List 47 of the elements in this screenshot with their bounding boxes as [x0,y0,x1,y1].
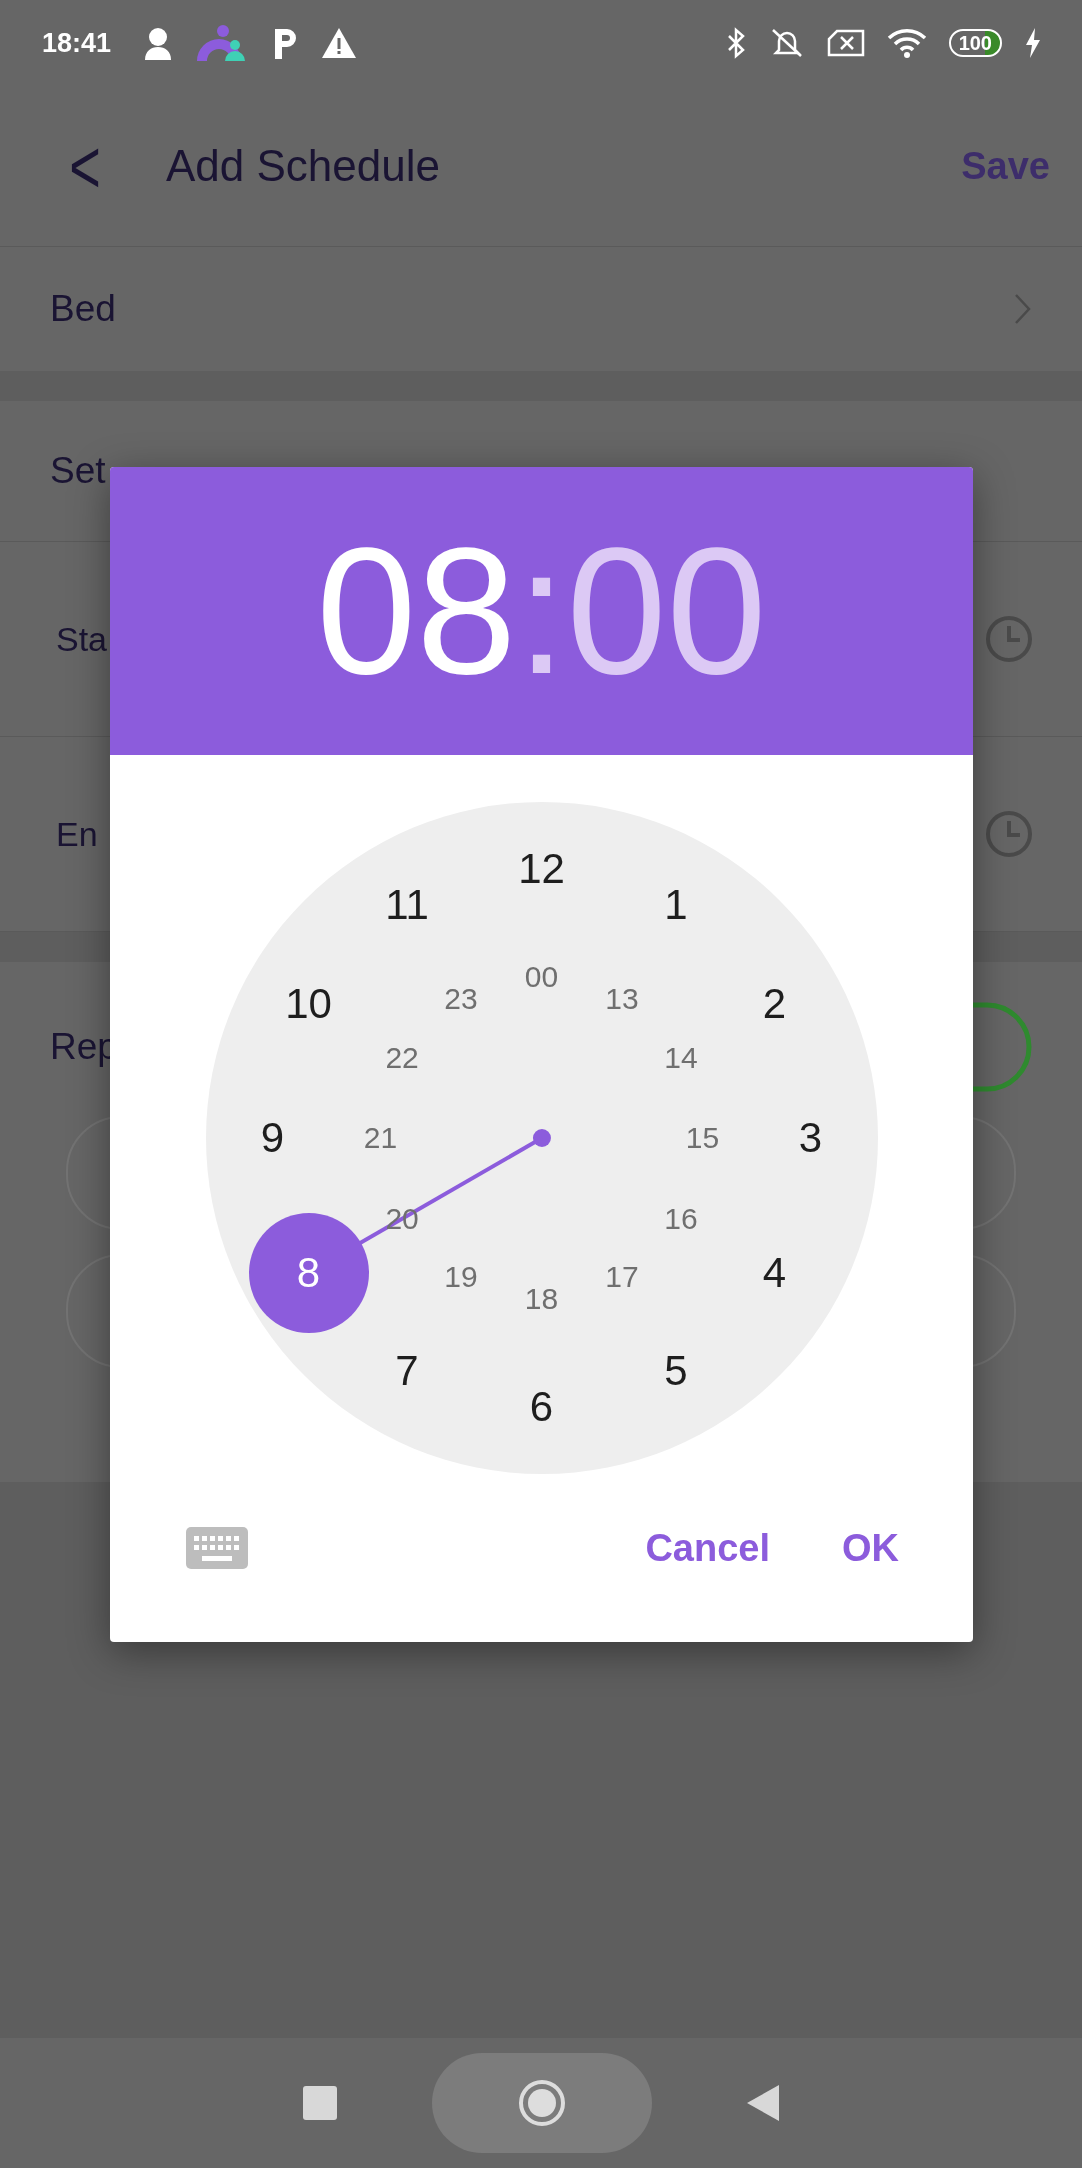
hour-number[interactable]: 18 [509,1274,574,1324]
cancel-button[interactable]: Cancel [629,1516,786,1580]
hour-number[interactable]: 12 [509,844,574,894]
start-label: Sta [56,619,108,659]
battery-indicator: 100 [948,29,1002,57]
sim-error-icon [826,29,865,57]
hour-number[interactable]: 17 [590,1252,654,1303]
ok-button[interactable]: OK [826,1516,915,1580]
charging-icon [1024,28,1042,58]
hour-number[interactable]: 23 [429,973,493,1024]
back-button[interactable]: < [60,122,110,210]
hour-number[interactable]: 14 [648,1032,713,1083]
hour-number[interactable]: 21 [348,1113,413,1163]
clock-icon [984,614,1034,664]
hour-number[interactable]: 4 [742,1247,807,1298]
period-label: Set [50,450,106,492]
home-icon [517,2078,567,2128]
hour-number[interactable]: 16 [648,1193,713,1244]
time-separator: : [516,521,567,701]
hour-number[interactable]: 19 [429,1252,493,1303]
minute-display[interactable]: 00 [566,521,767,701]
chevron-right-icon [1014,293,1032,325]
hour-number[interactable]: 00 [509,952,574,1002]
hour-number[interactable]: 13 [590,973,654,1024]
hour-number[interactable]: 7 [375,1345,439,1396]
end-label: En [56,814,98,854]
hour-number[interactable]: 10 [276,978,341,1029]
hour-number[interactable]: 5 [644,1345,708,1396]
hour-number[interactable]: 15 [670,1113,735,1163]
wifi-icon [886,28,927,58]
page-title: Add Schedule [166,141,441,191]
warning-icon [321,27,358,59]
hour-number[interactable]: 2 [742,978,807,1029]
status-time: 18:41 [42,27,112,59]
hour-number[interactable]: 9 [240,1113,305,1163]
person-icon [143,26,174,60]
clock-icon [984,809,1034,859]
hour-number[interactable]: 8 [248,1212,369,1333]
hour-number[interactable]: 3 [778,1113,843,1163]
bluetooth-icon [726,27,747,59]
hour-number[interactable]: 6 [509,1382,574,1432]
back-icon[interactable] [747,2085,779,2121]
hour-number[interactable]: 22 [370,1032,435,1083]
hour-number[interactable]: 1 [644,880,708,931]
bed-row-label[interactable]: Bed [50,288,116,330]
hour-display[interactable]: 08 [316,521,517,701]
hour-number[interactable]: 11 [375,880,439,931]
